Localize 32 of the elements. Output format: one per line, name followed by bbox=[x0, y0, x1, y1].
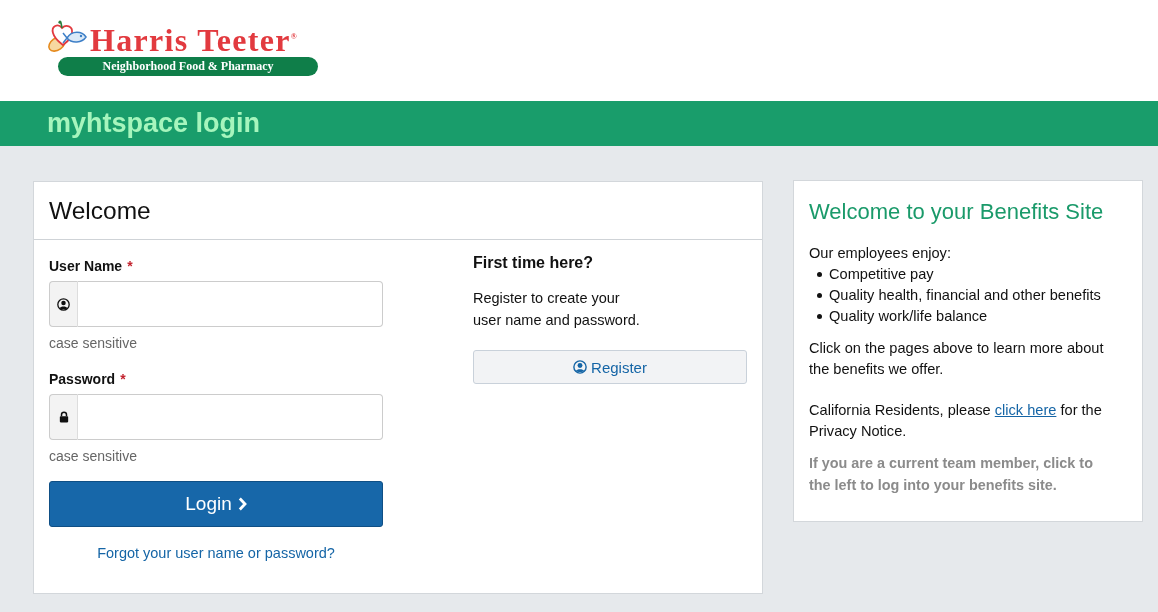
username-field[interactable] bbox=[78, 281, 383, 327]
register-button[interactable]: Register bbox=[473, 350, 747, 384]
register-text: Register to create your user name and password. bbox=[473, 289, 640, 330]
forgot-link[interactable]: Forgot your user name or password? bbox=[97, 543, 335, 563]
benefits-text: Click on the pages above to learn more about the benefits we offer. bbox=[809, 339, 1105, 379]
list-item: Quality work/life balance bbox=[829, 307, 988, 326]
list-item: Quality health, financial and other benefits bbox=[829, 286, 1101, 305]
bullet-icon bbox=[817, 293, 822, 298]
field-label: User Name bbox=[49, 257, 123, 276]
field-hint: case sensitive bbox=[49, 334, 137, 353]
card-title: Welcome bbox=[49, 195, 151, 226]
register-heading: First time here? bbox=[473, 254, 594, 272]
privacy-text: California Residents, please click here for the Privacy Notice. bbox=[809, 401, 1103, 441]
intro-text: Our employees enjoy: bbox=[809, 244, 952, 263]
field-hint: case sensitive bbox=[49, 447, 137, 466]
user-circle-icon bbox=[573, 360, 588, 374]
bullet-icon bbox=[817, 272, 822, 277]
benefits-title: Welcome to your Benefits Site bbox=[809, 198, 1105, 226]
field-label: Password bbox=[49, 370, 116, 389]
team-member-note: If you are a current team member, click to the left to log into your benefits site. bbox=[809, 454, 1094, 495]
password-field[interactable] bbox=[78, 394, 383, 440]
privacy-link[interactable]: click here bbox=[994, 402, 1057, 418]
banner-title: myhtspace login bbox=[47, 107, 261, 140]
login-button[interactable]: Login bbox=[49, 481, 383, 527]
logo-name: Harris Teeter$^{®}$ bbox=[90, 20, 297, 59]
list-item: Competitive pay bbox=[829, 265, 934, 284]
logo-tagline: Neighborhood Food & Pharmacy bbox=[58, 57, 318, 76]
lock-icon bbox=[49, 394, 78, 440]
required-mark: * bbox=[120, 370, 126, 389]
required-mark: * bbox=[127, 257, 133, 276]
chevron-right-icon bbox=[237, 497, 247, 511]
bullet-icon bbox=[817, 314, 822, 319]
